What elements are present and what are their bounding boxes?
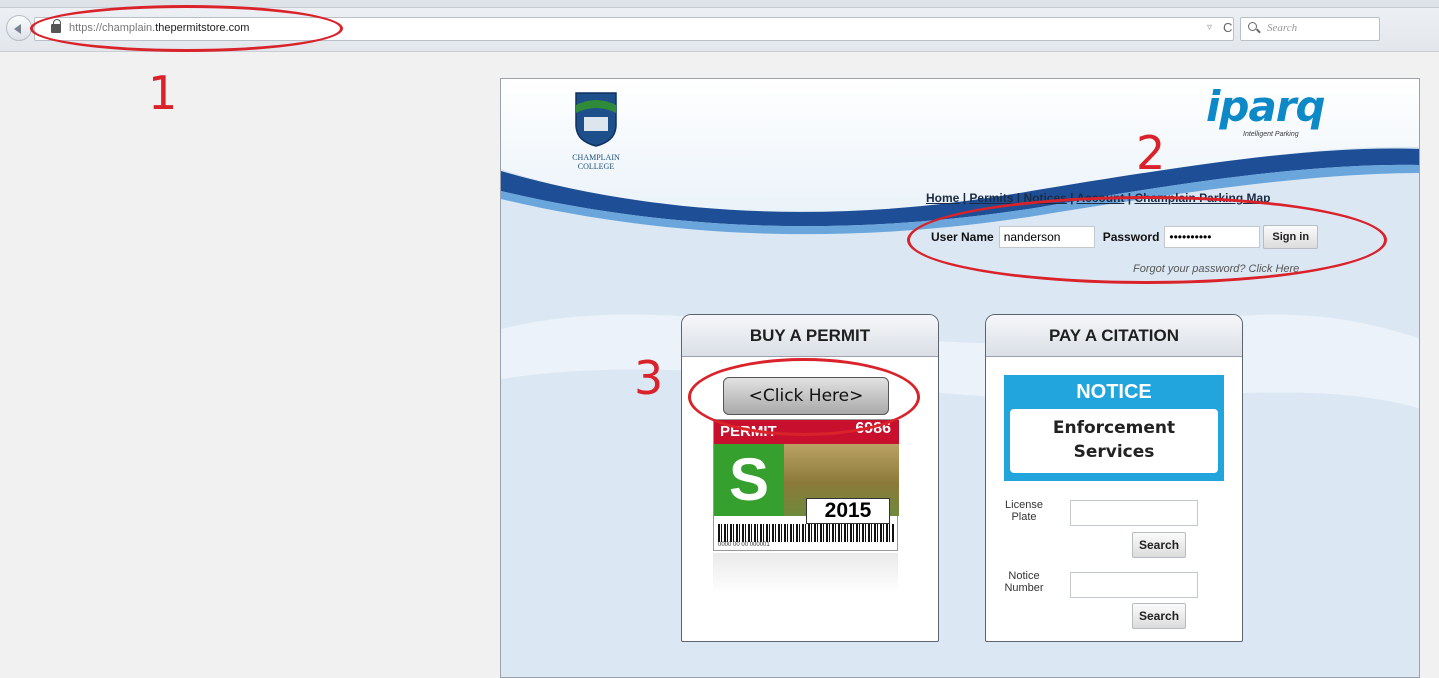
nav-home[interactable]: Home <box>926 191 959 205</box>
champlain-shield-icon <box>575 92 617 147</box>
reload-icon[interactable]: C <box>1223 20 1232 35</box>
license-plate-input[interactable] <box>1070 500 1198 526</box>
annotation-circle-url <box>30 5 343 52</box>
permit-barcode <box>718 524 894 542</box>
notice-title: NOTICE <box>1076 381 1152 403</box>
buy-permit-title: BUY A PERMIT <box>682 315 938 357</box>
annotation-circle-click-here <box>688 358 920 436</box>
notice-number-input[interactable] <box>1070 572 1198 598</box>
permit-letter: S <box>714 444 784 516</box>
browser-search-box[interactable]: Search <box>1240 17 1380 41</box>
notice-number-label: Notice Number <box>1004 570 1044 594</box>
champlain-logo[interactable]: CHAMPLAIN COLLEGE <box>561 91 631 181</box>
search-placeholder: Search <box>1267 22 1298 34</box>
pay-citation-title: PAY A CITATION <box>986 315 1242 357</box>
url-dropdown-icon[interactable]: ▿ <box>1207 22 1212 33</box>
license-plate-search-button[interactable]: Search <box>1132 532 1187 558</box>
champlain-logo-text: CHAMPLAIN COLLEGE <box>572 153 620 171</box>
back-button[interactable] <box>6 15 32 41</box>
notice-subtitle: Enforcement Services <box>1010 409 1218 473</box>
permit-reflection <box>713 553 898 593</box>
permit-image[interactable]: PERMIT 6986 S 2015 0000 00 00 000001 <box>713 419 899 551</box>
nav-permits[interactable]: Permits <box>969 191 1013 205</box>
license-plate-label: License Plate <box>1005 499 1043 523</box>
annotation-number-1: 1 <box>148 66 178 120</box>
notice-number-search-button[interactable]: Search <box>1132 603 1187 629</box>
annotation-circle-login <box>907 196 1387 284</box>
pay-citation-card: PAY A CITATION NOTICE Enforcement Servic… <box>985 314 1243 642</box>
iparq-tagline: Intelligent Parking <box>1243 131 1299 138</box>
permit-year: 2015 <box>806 498 890 524</box>
annotation-number-2: 2 <box>1136 126 1166 180</box>
search-icon <box>1248 22 1257 31</box>
notice-banner: NOTICE Enforcement Services <box>1004 375 1224 481</box>
annotation-number-3: 3 <box>634 351 664 405</box>
permit-serial: 0000 00 00 000001 <box>718 542 770 548</box>
iparq-logo[interactable]: iparq <box>1206 82 1326 131</box>
